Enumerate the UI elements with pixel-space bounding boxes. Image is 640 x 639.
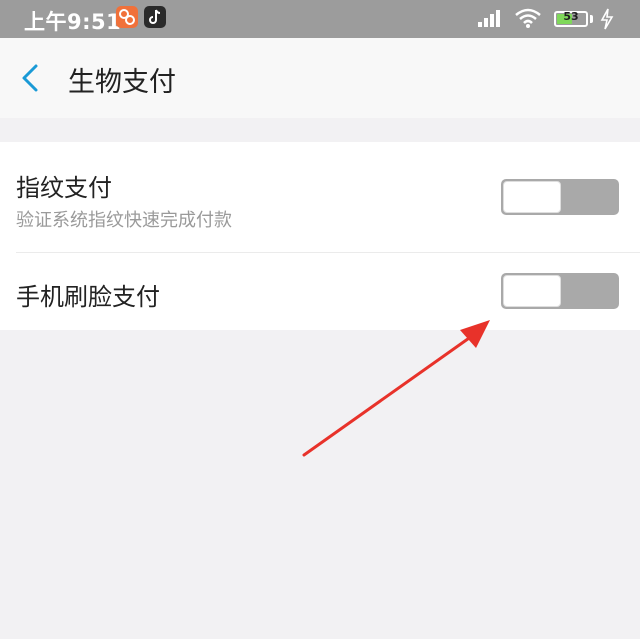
wifi-icon [514,7,542,33]
battery-level: 53 [563,10,579,23]
fingerprint-payment-subtitle: 验证系统指纹快速完成付款 [16,210,232,231]
toggle-knob [503,275,561,307]
app-badge-orange-icon [116,6,138,28]
chevron-left-icon[interactable] [16,60,44,96]
status-bar: 上午9:51 53 [0,0,640,38]
face-payment-row: 手机刷脸支付 [0,253,640,330]
fingerprint-payment-toggle[interactable] [501,179,619,215]
settings-card: 指纹支付 验证系统指纹快速完成付款 手机刷脸支付 [0,142,640,330]
status-time: 上午9:51 [24,10,122,34]
battery-tip [590,15,593,23]
face-payment-title: 手机刷脸支付 [16,283,160,311]
signal-icon [478,8,504,32]
battery-icon: 53 [554,10,588,27]
header: 生物支付 [0,38,640,118]
face-payment-toggle[interactable] [501,273,619,309]
tiktok-icon [144,6,166,28]
fingerprint-payment-title: 指纹支付 [16,174,112,202]
toggle-knob [503,181,561,213]
page-title: 生物支付 [68,67,176,98]
charging-icon [600,8,614,34]
fingerprint-payment-row: 指纹支付 验证系统指纹快速完成付款 [0,142,640,252]
